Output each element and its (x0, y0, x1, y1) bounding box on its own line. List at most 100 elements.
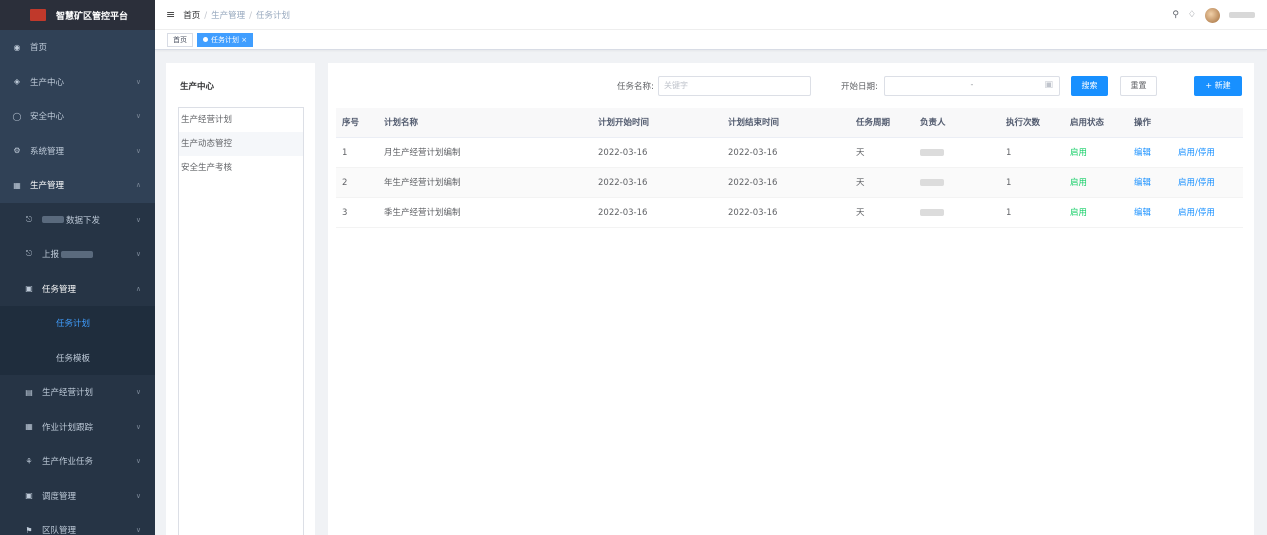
dispatch-icon: ▣ (25, 491, 33, 501)
sidebar-item-production-center[interactable]: ◈ 生产中心 ∨ (0, 65, 155, 100)
main-panel: 任务名称: 关键字 开始日期: - ▣ 搜索 重置 + 新建 序号 计划名称 计… (328, 63, 1254, 535)
sidebar-item-label: 系统管理 (30, 146, 65, 157)
toggle-link[interactable]: 启用/停用 (1172, 168, 1243, 197)
cell-count: 1 (1006, 208, 1012, 218)
task-icon: ▣ (25, 284, 33, 294)
sidebar-item-task-mgmt[interactable]: ▣ 任务管理 ∧ (0, 271, 155, 306)
owner-redacted (920, 149, 944, 156)
sidebar-item-report[interactable]: ⎋ 上报 ∨ (0, 237, 155, 272)
sidebar-item-label: 区队管理 (42, 526, 77, 535)
col-header: 计划名称 (384, 118, 419, 128)
sidebar-item-label: 生产经营计划 (42, 388, 94, 399)
close-icon[interactable]: × (241, 36, 247, 44)
sidebar-item-home[interactable]: ◉ 首页 (0, 30, 155, 65)
edit-link[interactable]: 编辑 (1128, 198, 1172, 227)
upload-icon: ⎋ (25, 214, 33, 224)
cell-end: 2022-03-16 (728, 148, 778, 158)
search-icon[interactable]: ⚲ (1172, 10, 1179, 20)
sidebar-item-plan-tracking[interactable]: ▦ 作业计划跟踪 ∨ (0, 409, 155, 444)
sidebar-item-team[interactable]: ⚑ 区队管理 ∨ (0, 513, 155, 535)
stack-icon: ◈ (13, 77, 21, 87)
tree-item[interactable]: 生产动态管控 (179, 132, 303, 156)
edit-link[interactable]: 编辑 (1128, 138, 1172, 167)
sidebar-item-label: 数据下发 (66, 215, 101, 226)
cell-owner (914, 138, 1000, 167)
sidebar-item-label: 任务管理 (42, 284, 77, 295)
reset-button[interactable]: 重置 (1120, 76, 1157, 96)
tree-panel: 生产中心 生产经营计划 生产动态管控 安全生产考核 (166, 63, 315, 535)
logo[interactable]: 智慧矿区管控平台 (0, 0, 155, 30)
toggle-link[interactable]: 启用/停用 (1172, 198, 1243, 227)
redacted-text (42, 216, 64, 224)
hamburger-icon[interactable]: ≡ (166, 8, 175, 21)
status-badge: 启用 (1070, 208, 1088, 218)
table-header: 序号 计划名称 计划开始时间 计划结束时间 任务周期 负责人 执行次数 启用状态… (336, 108, 1243, 138)
tree-item[interactable]: 安全生产考核 (179, 156, 303, 180)
username-redacted[interactable] (1229, 12, 1255, 18)
sidebar-item-task-plan[interactable]: 任务计划 (0, 306, 155, 341)
task-name-label: 任务名称: (617, 82, 654, 92)
search-button[interactable]: 搜索 (1071, 76, 1108, 96)
col-header: 计划结束时间 (728, 118, 780, 128)
chevron-down-icon: ∨ (135, 457, 141, 466)
bell-icon[interactable]: ♢ (1188, 10, 1196, 20)
sidebar-item-system[interactable]: ⚙ 系统管理 ∨ (0, 134, 155, 169)
col-header: 序号 (342, 118, 360, 128)
toggle-link[interactable]: 启用/停用 (1172, 138, 1243, 167)
cell-count: 1 (1006, 148, 1012, 158)
sidebar-item-label: 生产管理 (30, 181, 65, 192)
sidebar-item-label: 任务计划 (56, 319, 91, 330)
sidebar-item-label: 作业计划跟踪 (42, 422, 94, 433)
sidebar-item-production-mgmt[interactable]: ▦ 生产管理 ∧ (0, 168, 155, 203)
search-form: 任务名称: 关键字 开始日期: - ▣ 搜索 重置 + 新建 (328, 75, 1254, 97)
tree-item[interactable]: 生产经营计划 (179, 108, 303, 132)
cell-end: 2022-03-16 (728, 178, 778, 188)
status-badge: 启用 (1070, 148, 1088, 158)
chevron-up-icon: ∧ (135, 284, 141, 293)
flag-icon: ⚑ (25, 525, 33, 535)
new-button[interactable]: + 新建 (1194, 76, 1242, 96)
start-date-label: 开始日期: (841, 82, 878, 92)
sidebar-item-label: 生产中心 (30, 77, 65, 88)
avatar[interactable] (1205, 7, 1220, 23)
chevron-down-icon: ∨ (135, 250, 141, 259)
task-name-input[interactable]: 关键字 (658, 76, 811, 96)
tags-view: 首页 任务计划 × (155, 30, 1267, 50)
owner-redacted (920, 179, 944, 186)
breadcrumb-production-mgmt[interactable]: 生产管理 (211, 11, 245, 21)
sidebar-item-label: 安全中心 (30, 112, 65, 123)
sidebar-item-safety-center[interactable]: ◯ 安全中心 ∨ (0, 99, 155, 134)
cell-cycle: 天 (856, 178, 865, 188)
redacted-text (61, 250, 94, 258)
chevron-down-icon: ∨ (135, 526, 141, 535)
breadcrumb-home[interactable]: 首页 (183, 11, 200, 21)
sidebar-item-business-plan[interactable]: ▤ 生产经营计划 ∨ (0, 375, 155, 410)
sidebar: 智慧矿区管控平台 ◉ 首页 ◈ 生产中心 ∨ ◯ 安全中心 ∨ ⚙ 系统管理 ∨… (0, 0, 155, 535)
chevron-down-icon: ∨ (135, 388, 141, 397)
breadcrumb-current: 任务计划 (256, 10, 291, 21)
owner-redacted (920, 209, 944, 216)
date-separator: - (970, 80, 974, 89)
cell-no: 2 (342, 178, 348, 188)
tag-home[interactable]: 首页 (167, 32, 193, 47)
table-row: 3 季生产经营计划编制 2022-03-16 2022-03-16 天 1 启用… (336, 198, 1243, 228)
sidebar-item-task-template[interactable]: 任务模板 (0, 340, 155, 375)
cell-end: 2022-03-16 (728, 208, 778, 218)
cell-count: 1 (1006, 178, 1012, 188)
edit-link[interactable]: 编辑 (1128, 168, 1172, 197)
sidebar-item-label: 调度管理 (42, 491, 77, 502)
sidebar-item-work-task[interactable]: ⚘ 生产作业任务 ∨ (0, 444, 155, 479)
sidebar-item-label: 任务模板 (56, 353, 91, 364)
col-header-empty (1172, 108, 1243, 137)
plan-icon: ▤ (25, 387, 33, 397)
date-range-picker[interactable]: - ▣ (884, 76, 1060, 96)
cell-no: 3 (342, 208, 348, 218)
sidebar-item-data-dispatch[interactable]: ⎋ 数据下发 ∨ (0, 202, 155, 237)
sidebar-item-dispatch[interactable]: ▣ 调度管理 ∨ (0, 478, 155, 513)
col-header: 计划开始时间 (598, 118, 650, 128)
tag-label: 任务计划 (211, 35, 239, 44)
col-header: 启用状态 (1070, 118, 1105, 128)
tag-task-plan[interactable]: 任务计划 × (197, 32, 254, 47)
col-header: 执行次数 (1006, 118, 1041, 128)
top-navbar: ≡ 首页 / 生产管理 / 任务计划 ⚲ ♢ (155, 0, 1267, 30)
